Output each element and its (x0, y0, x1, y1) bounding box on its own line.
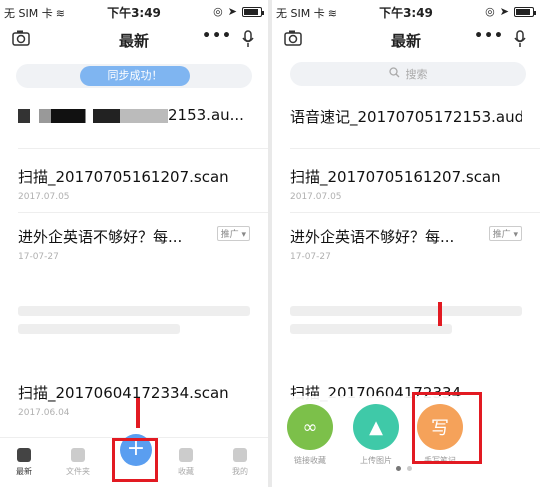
list-item-title: 语音速记_20170705172153.aud (290, 108, 522, 126)
list-item[interactable]: 扫描_20170705161207.scan 2017.07.05 (290, 166, 522, 202)
leaf-icon (179, 448, 193, 462)
location-icon: ➤ (499, 5, 509, 18)
list-item-title: 扫描_20170705161207.scan (290, 168, 501, 186)
divider (18, 212, 268, 213)
list-item-title: 扫描_20170604172334.scan (18, 384, 229, 402)
promo-badge: 推广 ▾ (216, 226, 250, 241)
user-icon (233, 448, 247, 462)
lock-rotation-icon: ◎ (485, 5, 495, 18)
placeholder-line (290, 306, 522, 316)
upload-image-button[interactable]: ▲ 上传图片 (346, 404, 406, 466)
battery-icon (514, 6, 536, 17)
nav-bar: 最新 ••• (0, 24, 268, 54)
blurred-ad (18, 306, 250, 342)
status-bar: 无 SIM 卡 ≋ 下午3:49 ◎ ➤ (272, 0, 540, 22)
page-dot (396, 466, 401, 471)
annotation-arrow (438, 302, 442, 326)
list-item-date: 17-07-27 (290, 252, 331, 262)
redacted-text (18, 108, 168, 123)
tab-profile[interactable]: 我的 (220, 448, 260, 477)
divider (18, 148, 268, 149)
placeholder-line (18, 324, 181, 334)
search-placeholder: 搜索 (405, 68, 428, 81)
document-icon (17, 448, 31, 462)
action-label: 链接收藏 (294, 456, 326, 465)
list-item-title-wrap: 2153.au... (18, 106, 250, 124)
tab-label: 我的 (232, 467, 248, 476)
promo-badge-label: 推广 (492, 230, 511, 240)
tab-latest[interactable]: 最新 (4, 448, 44, 477)
list-item-date: 2017.06.04 (18, 408, 70, 418)
folder-icon (71, 448, 85, 462)
annotation-highlight (412, 392, 482, 464)
list-item[interactable]: 扫描_20170604172334.scan 2017.06.04 (18, 382, 250, 418)
lock-rotation-icon: ◎ (213, 5, 223, 18)
page-indicator (396, 466, 412, 471)
tab-label: 最新 (16, 467, 32, 476)
right-screen: 无 SIM 卡 ≋ 下午3:49 ◎ ➤ 最新 ••• 搜索 语音速记_2017… (272, 0, 540, 487)
placeholder-line (18, 306, 250, 316)
promo-badge-label: 推广 (220, 230, 239, 240)
list-item-date: 17-07-27 (18, 252, 59, 262)
search-icon (388, 67, 400, 81)
blurred-ad (290, 306, 522, 342)
status-icons: ◎ ➤ (485, 5, 536, 18)
list-item-title: 进外企英语不够好？每... (290, 228, 455, 246)
list-item-ad[interactable]: 进外企英语不够好？每... 17-07-27 推广 ▾ (290, 226, 522, 262)
more-icon[interactable]: ••• (202, 28, 232, 44)
list-item[interactable]: 扫描_20170705161207.scan 2017.07.05 (18, 166, 250, 202)
divider (290, 212, 540, 213)
page-dot (407, 466, 412, 471)
nav-bar: 最新 ••• (272, 24, 540, 54)
link-collect-button[interactable]: ∞ 链接收藏 (280, 404, 340, 466)
promo-badge: 推广 ▾ (488, 226, 522, 241)
annotation-highlight (112, 438, 158, 482)
microphone-icon[interactable] (242, 30, 254, 52)
location-icon: ➤ (227, 5, 237, 18)
list-item-title: 2153.au... (168, 106, 244, 124)
battery-icon (242, 6, 264, 17)
image-icon: ▲ (353, 404, 399, 450)
sync-bar: 同步成功！ (16, 64, 252, 88)
list-item-title: 扫描_20170705161207.scan (18, 168, 229, 186)
action-label: 上传图片 (360, 456, 392, 465)
divider (290, 148, 540, 149)
search-input[interactable]: 搜索 (290, 62, 526, 86)
tab-label: 文件夹 (66, 467, 90, 476)
status-bar: 无 SIM 卡 ≋ 下午3:49 ◎ ➤ (0, 0, 268, 22)
left-screen: 无 SIM 卡 ≋ 下午3:49 ◎ ➤ 最新 ••• 同步成功！ 2153.a… (0, 0, 268, 487)
list-item[interactable]: 语音速记_20170705172153.aud (290, 106, 522, 127)
list-item[interactable]: 2153.au... (18, 106, 250, 124)
status-icons: ◎ ➤ (213, 5, 264, 18)
list-item-ad[interactable]: 进外企英语不够好？每... 17-07-27 推广 ▾ (18, 226, 250, 262)
sync-status-badge: 同步成功！ (80, 66, 190, 86)
tab-folders[interactable]: 文件夹 (58, 448, 98, 477)
more-icon[interactable]: ••• (474, 28, 504, 44)
placeholder-line (290, 324, 453, 334)
tab-label: 收藏 (178, 467, 194, 476)
microphone-icon[interactable] (514, 30, 526, 52)
list-item-date: 2017.07.05 (290, 192, 342, 202)
list-item-title: 进外企英语不够好？每... (18, 228, 183, 246)
tab-favorites[interactable]: 收藏 (166, 448, 206, 477)
annotation-arrow (136, 398, 140, 428)
list-item-date: 2017.07.05 (18, 192, 70, 202)
link-icon: ∞ (287, 404, 333, 450)
